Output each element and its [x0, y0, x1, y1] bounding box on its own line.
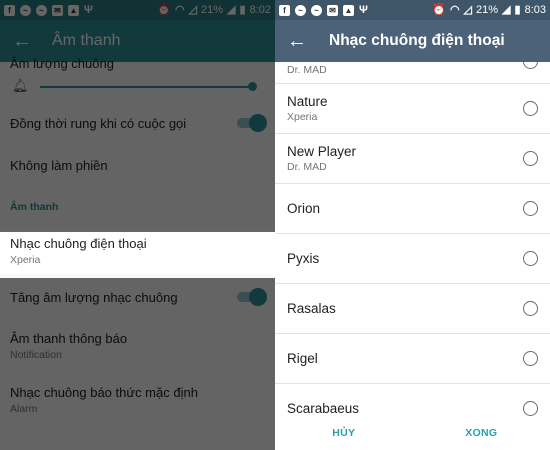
- default-alarm-label: Nhạc chuông báo thức mặc định: [10, 385, 198, 400]
- radio-button[interactable]: [523, 401, 538, 416]
- phone-ringtone-label: Nhạc chuông điện thoại: [10, 236, 147, 251]
- default-alarm-value: Alarm: [10, 403, 38, 415]
- dialog-actions: HỦY XONG: [275, 416, 550, 450]
- notification-sound-label: Âm thanh thông báo: [10, 331, 128, 346]
- ring-volume-label: Âm lượng chuông: [10, 56, 114, 71]
- radio-button[interactable]: [523, 151, 538, 166]
- battery-percent: 21%: [476, 4, 499, 16]
- status-bar: f ~ ~ ✉ ▲ Ψ ⏰ ◠ ◿ 21% ◢ ▮ 8:03: [275, 0, 550, 20]
- signal-icon: ◢: [502, 3, 511, 16]
- ringtone-item[interactable]: New Player Dr. MAD: [275, 134, 550, 184]
- signal-off-icon: ◿: [188, 3, 198, 16]
- ringtone-list[interactable]: Dr. MAD Nature Xperia New Player Dr. MAD…: [275, 62, 550, 416]
- back-arrow-icon[interactable]: ←: [287, 30, 315, 53]
- app-bar: ← Nhạc chuông điện thoại: [275, 20, 550, 62]
- battery-icon: ▮: [514, 3, 521, 16]
- radio-button[interactable]: [523, 301, 538, 316]
- radio-button[interactable]: [523, 251, 538, 266]
- radio-button[interactable]: [523, 62, 538, 69]
- ringtone-name: Rasalas: [287, 301, 336, 316]
- phone-ringtone-row[interactable]: Nhạc chuông điện thoại Xperia: [0, 228, 275, 274]
- wifi-icon: ◠: [174, 3, 185, 16]
- battery-percent: 21%: [201, 4, 224, 16]
- phone-ringtone-value: Xperia: [10, 254, 41, 266]
- page-title: Nhạc chuông điện thoại: [329, 32, 505, 49]
- vibrate-on-call-label: Đồng thời rung khi có cuộc gọi: [10, 115, 187, 131]
- messenger-icon: ~: [36, 4, 47, 16]
- sound-category-header: Âm thanh: [0, 186, 275, 228]
- radio-button[interactable]: [523, 101, 538, 116]
- increasing-ring-toggle[interactable]: [237, 288, 267, 306]
- wifi-icon: ◠: [449, 3, 460, 16]
- messenger-icon: ~: [20, 4, 31, 16]
- ring-volume-row: Âm lượng chuông 🔔︎: [0, 56, 275, 102]
- ringtone-item[interactable]: Nature Xperia: [275, 84, 550, 134]
- mail-icon: ✉: [52, 4, 63, 16]
- done-button[interactable]: XONG: [413, 427, 550, 439]
- facebook-icon: f: [279, 4, 290, 16]
- messenger-icon: ~: [295, 4, 306, 16]
- vibrate-on-call-toggle[interactable]: [237, 114, 267, 132]
- ringtone-item[interactable]: Rigel: [275, 334, 550, 384]
- increasing-ring-label: Tăng âm lượng nhạc chuông: [10, 289, 178, 305]
- ringtone-name: Rigel: [287, 351, 318, 366]
- ring-volume-thumb[interactable]: [248, 82, 257, 91]
- radio-button[interactable]: [523, 201, 538, 216]
- sound-settings-screen: f ~ ~ ✉ ▲ Ψ ⏰ ◠ ◿ 21% ◢ ▮ 8:02 ← Âm than…: [0, 0, 275, 450]
- ringtone-name: Nature: [287, 94, 328, 109]
- ringtone-name: New Player: [287, 144, 357, 159]
- ringtone-subtitle: Dr. MAD: [287, 161, 327, 173]
- cancel-button[interactable]: HỦY: [275, 427, 413, 439]
- ringtone-subtitle: Dr. MAD: [287, 64, 327, 76]
- do-not-disturb-label: Không làm phiền: [10, 157, 108, 173]
- alarm-icon: ⏰: [157, 3, 171, 16]
- do-not-disturb-row[interactable]: Không làm phiền: [0, 144, 275, 186]
- ringtone-item[interactable]: Rasalas: [275, 284, 550, 334]
- notification-sound-value: Notification: [10, 349, 62, 361]
- usb-icon: Ψ: [359, 3, 368, 16]
- sound-category-label: Âm thanh: [10, 201, 59, 213]
- signal-icon: ◢: [227, 3, 236, 16]
- bell-icon: 🔔︎: [12, 78, 29, 93]
- notification-sound-row[interactable]: Âm thanh thông báo Notification: [0, 320, 275, 372]
- alarm-icon: ⏰: [432, 3, 446, 16]
- ringtone-item[interactable]: Orion: [275, 184, 550, 234]
- signal-off-icon: ◿: [463, 3, 473, 16]
- vibrate-on-call-row[interactable]: Đồng thời rung khi có cuộc gọi: [0, 102, 275, 144]
- ring-volume-slider[interactable]: [40, 86, 253, 88]
- ringtone-picker-screen: f ~ ~ ✉ ▲ Ψ ⏰ ◠ ◿ 21% ◢ ▮ 8:03 ← Nhạc ch…: [275, 0, 550, 450]
- ringtone-name: Scarabaeus: [287, 401, 360, 416]
- ringtone-item[interactable]: Dr. MAD: [275, 62, 550, 84]
- ringtone-subtitle: Xperia: [287, 111, 318, 123]
- ringtone-name: Pyxis: [287, 251, 320, 266]
- page-title: Âm thanh: [52, 32, 121, 49]
- mail-icon: ✉: [327, 4, 338, 16]
- image-icon: ▲: [68, 4, 79, 16]
- image-icon: ▲: [343, 4, 354, 16]
- ringtone-item[interactable]: Pyxis: [275, 234, 550, 284]
- increasing-ring-row[interactable]: Tăng âm lượng nhạc chuông: [0, 274, 275, 320]
- clock: 8:02: [249, 4, 271, 16]
- ringtone-name: Orion: [287, 201, 321, 216]
- status-bar: f ~ ~ ✉ ▲ Ψ ⏰ ◠ ◿ 21% ◢ ▮ 8:02: [0, 0, 275, 20]
- radio-button[interactable]: [523, 351, 538, 366]
- default-alarm-row[interactable]: Nhạc chuông báo thức mặc định Alarm: [0, 372, 275, 428]
- ringtone-item[interactable]: Scarabaeus: [275, 384, 550, 416]
- clock: 8:03: [524, 4, 546, 16]
- settings-list: Âm lượng chuông 🔔︎ Đồng thời rung khi có…: [0, 56, 275, 428]
- battery-icon: ▮: [239, 3, 246, 16]
- facebook-icon: f: [4, 4, 15, 16]
- back-arrow-icon[interactable]: ←: [12, 30, 40, 53]
- messenger-icon: ~: [311, 4, 322, 16]
- usb-icon: Ψ: [84, 3, 93, 16]
